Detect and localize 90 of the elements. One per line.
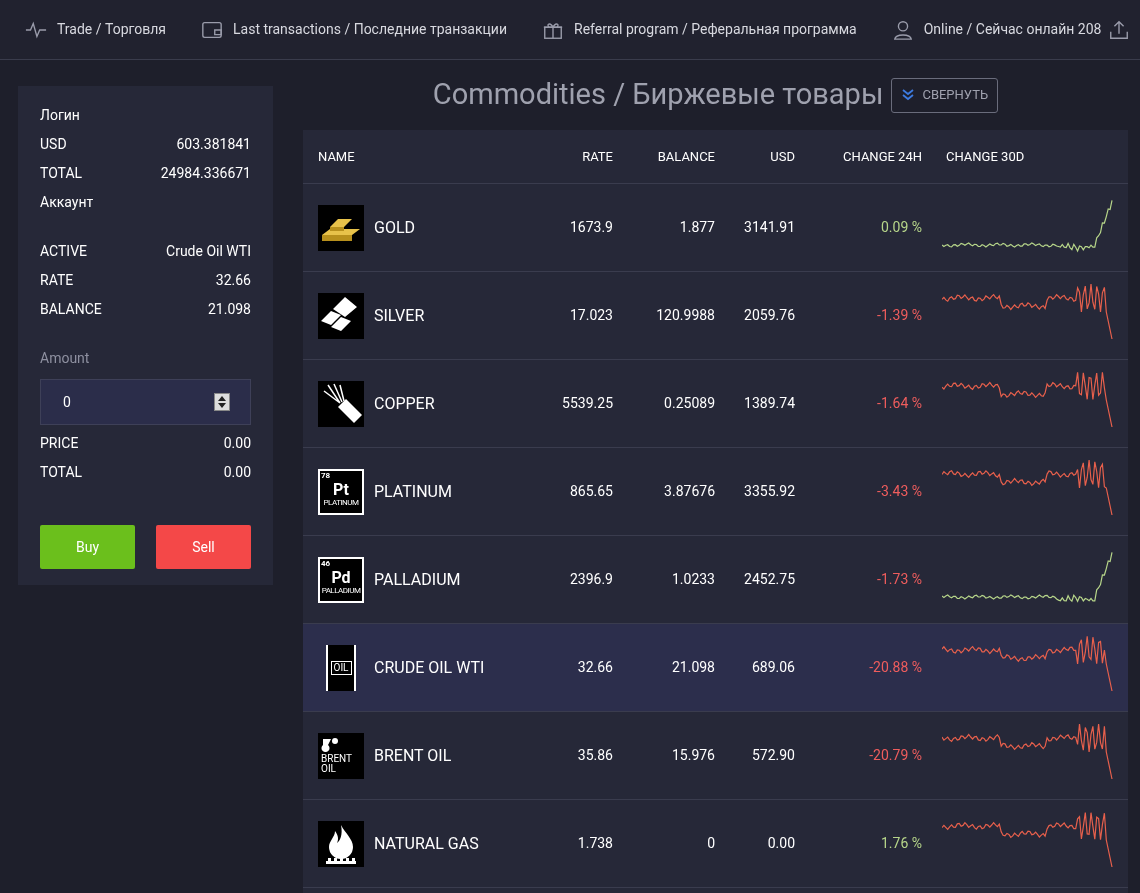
change-cell-text: -20.79 %	[868, 746, 922, 765]
rate-cell-text: 5539.25	[561, 394, 613, 413]
field-value: 24984.336671	[160, 164, 251, 183]
usd-cell-text: 1389.74	[743, 394, 795, 413]
asset-name: CRUDE OIL WTI	[374, 656, 485, 679]
balance-cell-text: 0	[706, 834, 715, 853]
sell-button[interactable]: Sell	[156, 525, 251, 569]
change-cell-text: -3.43 %	[876, 482, 922, 501]
usd-cell-text: 0.00	[766, 834, 795, 853]
panel-heading: Логин	[40, 106, 81, 125]
field-value: 32.66	[215, 271, 251, 290]
change-cell-text: -20.88 %	[868, 658, 922, 677]
field-value: 21.098	[207, 300, 251, 319]
asset-name: SILVER	[374, 304, 425, 327]
table-row[interactable]: OIL CRUDE OIL WTI 32.66 21.098 689.06 -20.88 %	[303, 624, 1128, 712]
usd-cell-text: 2059.76	[743, 306, 795, 325]
column-header: CHANGE 24H	[842, 147, 922, 166]
page-title: Commodities / Биржевые товары	[432, 76, 884, 114]
change-cell-text: -1.73 %	[876, 570, 922, 589]
field-label: BALANCE	[40, 300, 102, 319]
double-chevron-icon	[901, 88, 916, 102]
balance-cell-text: 1.0233	[670, 570, 715, 589]
rate-cell-text: 865.65	[568, 482, 613, 501]
upload-icon[interactable]	[1108, 18, 1130, 41]
table-row[interactable]: 78 Pt PLATINUM PLATINUM 865.65 3.87676 3355.92 -3.43 %	[303, 448, 1128, 536]
field-value: Crude Oil WTI	[166, 242, 251, 261]
table-row[interactable]: NATURAL GAS 1.738 0 0.00 1.76 %	[303, 800, 1128, 888]
user-icon[interactable]	[891, 18, 914, 41]
balance-cell-text: 120.9988	[655, 306, 715, 325]
element-tile-icon: 78 Pt PLATINUM	[318, 468, 364, 515]
cable-icon	[318, 380, 364, 427]
usd-cell-text: 3141.91	[743, 218, 795, 237]
flame-icon	[318, 820, 364, 867]
rate-cell-text: 1673.9	[568, 218, 613, 237]
usd-cell-text: 572.90	[750, 746, 795, 765]
field-label: PRICE	[40, 434, 79, 453]
brent-logo-icon: BRENT OIL	[318, 732, 364, 779]
asset-name: GOLD	[374, 216, 416, 239]
nav-link[interactable]: Referral program / Реферальная программа	[574, 19, 857, 40]
amount-label: Amount	[40, 349, 91, 368]
field-value: 603.381841	[176, 135, 251, 154]
field-value: 0.00	[223, 434, 251, 453]
change-cell-text: 0.09 %	[879, 218, 922, 237]
table-row[interactable]: COPPER 5539.25 0.25089 1389.74 -1.64 %	[303, 360, 1128, 448]
nav-link[interactable]: Trade / Торговля	[57, 19, 166, 40]
field-label: ACTIVE	[40, 242, 87, 261]
table-row[interactable]: GOLD 1673.9 1.877 3141.91 0.09 %	[303, 184, 1128, 272]
asset-name: NATURAL GAS	[374, 832, 479, 855]
table-row[interactable]: SILVER 17.023 120.9988 2059.76 -1.39 %	[303, 272, 1128, 360]
table-row[interactable]: BRENT OIL BRENT OIL 35.86 15.976 572.90 -20.79 %	[303, 712, 1128, 800]
usd-cell-text: 3355.92	[743, 482, 795, 501]
spinner-arrows-icon[interactable]	[214, 393, 230, 411]
element-tile-icon: 46 Pd PALLADIUM	[318, 556, 364, 603]
change-cell-text: 1.76 %	[879, 834, 922, 853]
field-value: 0.00	[223, 463, 251, 482]
column-header: RATE	[581, 147, 613, 166]
amount-input[interactable]: 0	[40, 379, 251, 425]
ingot-stack-icon	[318, 204, 364, 251]
bars-stack-icon	[318, 292, 364, 339]
rate-cell-text: 1.738	[576, 834, 613, 853]
field-label: RATE	[40, 271, 74, 290]
column-header: BALANCE	[656, 147, 715, 166]
column-header: USD	[769, 147, 795, 166]
column-header: CHANGE 30D	[945, 147, 1025, 166]
barrel-icon: OIL	[326, 644, 356, 691]
balance-cell-text: 3.87676	[663, 482, 715, 501]
usd-cell-text: 689.06	[750, 658, 795, 677]
rate-cell-text: 32.66	[576, 658, 613, 677]
rate-cell-text: 2396.9	[568, 570, 613, 589]
rate-cell-text: 35.86	[576, 746, 613, 765]
collapse-button[interactable]: СВЕРНУТЬ	[891, 77, 999, 113]
rate-cell-text: 17.023	[568, 306, 613, 325]
balance-cell-text: 1.877	[678, 218, 715, 237]
nav-link[interactable]: Online / Сейчас онлайн 208	[923, 19, 1102, 40]
usd-cell-text: 2452.75	[743, 570, 795, 589]
field-label: TOTAL	[40, 164, 83, 183]
field-label: TOTAL	[40, 463, 83, 482]
change-cell-text: -1.39 %	[876, 306, 922, 325]
nav-link[interactable]: Last transactions / Последние транзакции	[233, 19, 507, 40]
change-cell-text: -1.64 %	[876, 394, 922, 413]
field-label: USD	[40, 135, 67, 154]
column-header: NAME	[317, 147, 356, 166]
asset-name: COPPER	[374, 392, 435, 415]
balance-cell-text: 0.25089	[663, 394, 715, 413]
panel-heading: Аккаунт	[40, 193, 95, 212]
asset-name: PLATINUM	[374, 480, 452, 503]
asset-name: PALLADIUM	[374, 568, 461, 591]
balance-cell-text: 21.098	[670, 658, 715, 677]
balance-cell-text: 15.976	[670, 746, 715, 765]
asset-name: BRENT OIL	[374, 744, 452, 767]
